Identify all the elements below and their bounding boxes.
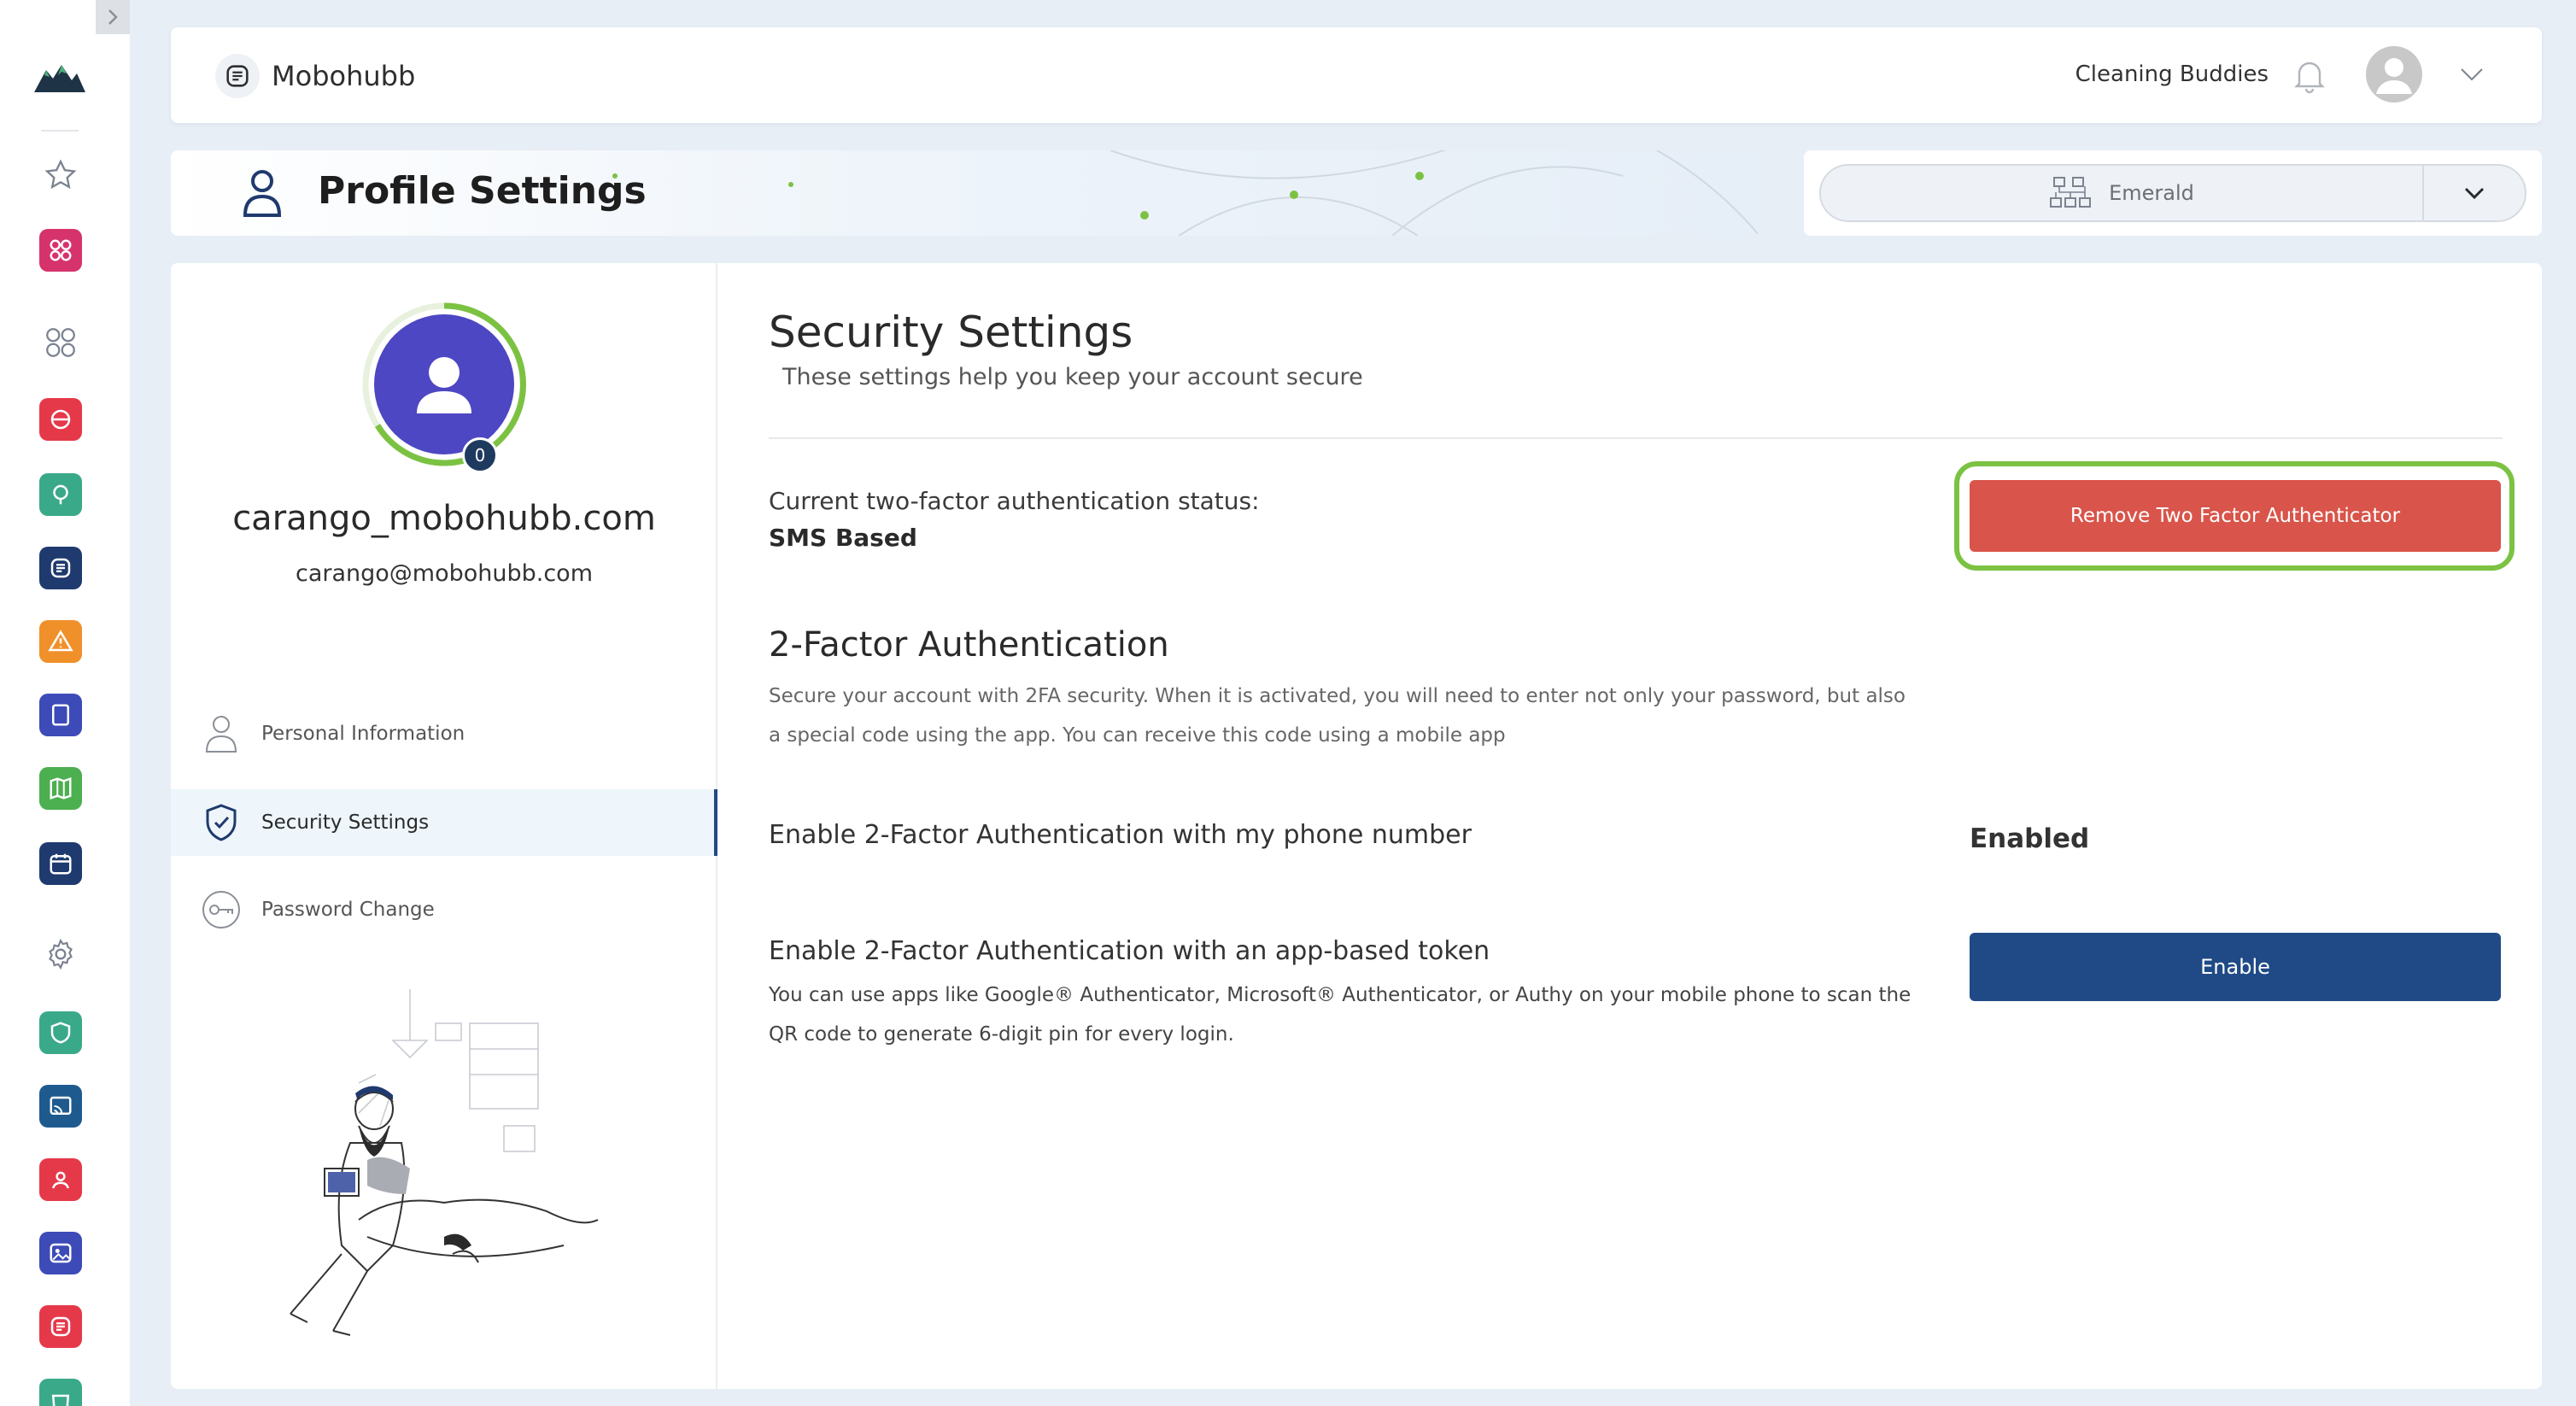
image-icon[interactable] (39, 1232, 82, 1274)
twofa-status-value: SMS Based (769, 524, 917, 552)
page-title: Profile Settings (318, 169, 647, 213)
profile-username: carango_mobohubb.com (232, 499, 656, 538)
rail-divider (41, 130, 79, 132)
section-subtitle: These settings help you keep your accoun… (782, 364, 1363, 390)
nav-label: Security Settings (261, 811, 430, 834)
mountain-logo-icon[interactable] (32, 62, 87, 96)
bell-icon[interactable] (2289, 55, 2330, 96)
document-icon[interactable] (39, 547, 82, 589)
reading-person-illustration (290, 989, 599, 1336)
enable-app-2fa-button[interactable]: Enable (1970, 933, 2501, 1001)
warning-icon[interactable] (39, 620, 82, 663)
profile-email: carango@mobohubb.com (295, 560, 594, 587)
section-title: Security Settings (769, 308, 1133, 357)
twofa-heading: 2-Factor Authentication (769, 625, 1169, 665)
chevron-down-icon[interactable] (2456, 62, 2487, 87)
shield-icon[interactable] (39, 1011, 82, 1054)
section-divider (769, 437, 2503, 439)
star-icon[interactable] (39, 154, 82, 196)
shield-check-icon (202, 803, 241, 842)
key-icon (202, 890, 241, 929)
expand-rail-button[interactable] (96, 0, 130, 34)
user-silhouette-icon (417, 357, 471, 413)
top-header: Mobohubb Cleaning Buddies (171, 27, 2542, 123)
brand[interactable]: Mobohubb (215, 54, 415, 98)
grid-outline-icon[interactable] (39, 321, 82, 364)
bag-icon[interactable] (39, 1379, 82, 1406)
profile-avatar[interactable] (374, 314, 514, 454)
left-rail (0, 0, 130, 1406)
remove-two-factor-button[interactable]: Remove Two Factor Authenticator (1970, 480, 2501, 552)
workspace-select[interactable]: Emerald (1819, 164, 2526, 222)
nav-label: Personal Information (261, 723, 465, 745)
main-card: 0 carango_mobohubb.com carango@mobohubb.… (171, 263, 2542, 1389)
apps-icon[interactable] (39, 229, 82, 272)
user-avatar[interactable] (2366, 46, 2422, 103)
user-silhouette-icon (2376, 58, 2412, 94)
cast-icon[interactable] (39, 1085, 82, 1128)
brand-icon (215, 54, 260, 98)
form-icon[interactable] (39, 1305, 82, 1348)
lightbulb-icon[interactable] (39, 473, 82, 516)
workspace-label: Emerald (2109, 181, 2194, 205)
brand-name: Mobohubb (272, 60, 416, 92)
person-icon (241, 167, 284, 219)
tablet-icon[interactable] (39, 694, 82, 736)
nav-personal-information[interactable]: Personal Information (171, 700, 717, 767)
app-2fa-label: Enable 2-Factor Authentication with an a… (769, 936, 1490, 966)
avatar-badge: 0 (462, 437, 498, 473)
workspace-card: Emerald (1804, 150, 2542, 236)
hierarchy-icon (2050, 177, 2092, 208)
nav-label: Password Change (261, 899, 435, 921)
nav-password-change[interactable]: Password Change (171, 876, 717, 943)
phone-2fa-status: Enabled (1970, 823, 2090, 854)
team-icon[interactable] (39, 1158, 82, 1201)
phone-2fa-label: Enable 2-Factor Authentication with my p… (769, 820, 1472, 850)
calendar-icon[interactable] (39, 842, 82, 885)
profile-sidebar: 0 carango_mobohubb.com carango@mobohubb.… (171, 263, 717, 1389)
chevron-down-icon (2464, 187, 2485, 200)
twofa-status-label: Current two-factor authentication status… (769, 487, 1260, 515)
workspace-value[interactable]: Emerald (1821, 166, 2422, 220)
person-icon (202, 714, 241, 753)
organization-name[interactable]: Cleaning Buddies (2075, 62, 2269, 87)
twofa-description: Secure your account with 2FA security. W… (769, 685, 1906, 747)
scan-icon[interactable] (39, 398, 82, 441)
workspace-dropdown-button[interactable] (2424, 166, 2525, 220)
map-icon[interactable] (39, 767, 82, 810)
nav-security-settings[interactable]: Security Settings (171, 789, 717, 856)
chevron-right-icon (108, 9, 118, 25)
gear-icon[interactable] (39, 933, 82, 975)
page-banner: Profile Settings (171, 150, 1759, 236)
app-2fa-description: You can use apps like Google® Authentica… (769, 984, 1912, 1046)
